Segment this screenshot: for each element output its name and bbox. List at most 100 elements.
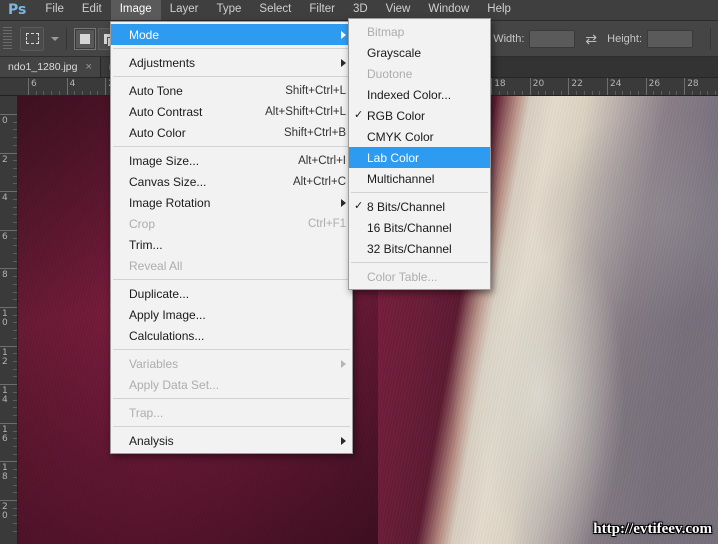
menu-item-apply-image[interactable]: Apply Image... [111, 304, 352, 325]
menu-item-label: Apply Data Set... [129, 377, 220, 392]
menu-image[interactable]: Image [110, 0, 161, 20]
menu-item-indexed-color[interactable]: Indexed Color... [349, 84, 490, 105]
menu-bar-items: File Edit Image Layer Type Select Filter 3D View… [36, 0, 520, 20]
ruler-tick [0, 461, 17, 463]
document-tab[interactable]: ndo1_1280.jpg × [0, 57, 101, 77]
ruler-label: 10 [2, 309, 8, 328]
ruler-tick [0, 114, 17, 115]
menu-item-reveal-all: Reveal All [111, 255, 352, 276]
chevron-down-icon[interactable] [51, 36, 59, 41]
menu-item-label: CMYK Color [367, 129, 434, 144]
menu-item-grayscale[interactable]: Grayscale [349, 42, 490, 63]
ruler-tick [0, 345, 17, 347]
menu-item-label: Image Rotation [129, 195, 211, 210]
swap-width-height-icon[interactable]: ⇄ [585, 32, 597, 46]
menu-item-canvas-size[interactable]: Canvas Size... Alt+Ctrl+C [111, 171, 352, 192]
image-menu-dropdown: Mode Adjustments Auto Tone Shift+Ctrl+L Auto… [110, 21, 353, 454]
menu-separator [113, 48, 350, 49]
menu-item-label: Lab Color [367, 150, 420, 165]
options-bar-grip[interactable] [3, 26, 12, 51]
submenu-arrow-icon [341, 198, 346, 207]
menu-3d[interactable]: 3D [344, 0, 377, 20]
ruler-tick [0, 384, 17, 386]
ruler-label: 2 [2, 154, 8, 165]
menu-item-adjustments[interactable]: Adjustments [111, 52, 352, 73]
menu-item-auto-tone[interactable]: Auto Tone Shift+Ctrl+L [111, 80, 352, 101]
menu-item-auto-color[interactable]: Auto Color Shift+Ctrl+B [111, 122, 352, 143]
menu-item-analysis[interactable]: Analysis [111, 430, 352, 451]
menu-item-duplicate[interactable]: Duplicate... [111, 283, 352, 304]
height-input[interactable] [647, 29, 693, 48]
menu-view[interactable]: View [377, 0, 420, 20]
menu-item-shortcut: Alt+Ctrl+C [292, 175, 346, 188]
menu-item-label: Image Size... [129, 153, 200, 168]
width-input[interactable] [529, 29, 576, 48]
menu-item-label: Variables [129, 356, 179, 371]
vertical-ruler[interactable]: 0 2 4 6 8 10 12 14 16 18 20 [0, 96, 18, 544]
menu-item-multichannel[interactable]: Multichannel [349, 168, 490, 189]
ruler-label: 22 [571, 79, 583, 89]
menu-item-auto-contrast[interactable]: Auto Contrast Alt+Shift+Ctrl+L [111, 101, 352, 122]
menu-item-label: Multichannel [367, 171, 435, 186]
menu-filter[interactable]: Filter [300, 0, 344, 20]
menu-separator [113, 146, 350, 147]
menu-edit[interactable]: Edit [73, 0, 111, 20]
menu-item-8-bits-channel[interactable]: ✓ 8 Bits/Channel [349, 196, 490, 217]
height-label: Height: [607, 32, 642, 45]
submenu-arrow-icon [341, 30, 346, 39]
menu-item-label: Grayscale [367, 45, 422, 60]
close-icon[interactable]: × [86, 61, 92, 73]
menu-type[interactable]: Type [207, 0, 250, 20]
ruler-tick [0, 229, 17, 231]
menu-window[interactable]: Window [419, 0, 478, 20]
ruler-label: 18 [494, 79, 506, 89]
menu-separator [351, 192, 488, 193]
rectangular-marquee-icon[interactable] [20, 26, 44, 51]
menu-item-label: Auto Tone [129, 83, 183, 98]
menu-separator [113, 76, 350, 77]
menu-help[interactable]: Help [478, 0, 520, 20]
menu-item-image-size[interactable]: Image Size... Alt+Ctrl+I [111, 150, 352, 171]
ruler-label: 24 [610, 79, 622, 89]
menu-item-16-bits-channel[interactable]: 16 Bits/Channel [349, 217, 490, 238]
checkmark-icon: ✓ [354, 109, 364, 121]
menu-item-label: Trap... [129, 405, 164, 420]
menu-item-label: Color Table... [367, 269, 438, 284]
ruler-label: 20 [532, 79, 545, 89]
ruler-tick [0, 268, 17, 270]
ruler-tick [0, 500, 17, 501]
menu-item-lab-color[interactable]: Lab Color [349, 147, 490, 168]
divider [710, 27, 711, 50]
menu-item-rgb-color[interactable]: ✓ RGB Color [349, 105, 490, 126]
ruler-label: 4 [2, 193, 8, 204]
menu-separator [113, 279, 350, 280]
ruler-label: 26 [648, 79, 661, 89]
menu-item-label: Duplicate... [129, 286, 190, 301]
menu-item-label: Crop [129, 216, 156, 231]
submenu-arrow-icon [341, 436, 346, 445]
menu-layer[interactable]: Layer [161, 0, 208, 20]
selection-new-icon[interactable] [74, 27, 96, 50]
submenu-arrow-icon [341, 58, 346, 67]
menu-select[interactable]: Select [250, 0, 300, 20]
menu-item-label: Duotone [367, 66, 413, 81]
menu-item-trim[interactable]: Trim... [111, 234, 352, 255]
menu-item-label: Adjustments [129, 55, 196, 70]
ruler-label: 20 [2, 502, 8, 521]
menu-item-label: RGB Color [367, 108, 426, 123]
menu-item-duotone: Duotone [349, 63, 490, 84]
menu-file[interactable]: File [36, 0, 73, 20]
menu-item-label: 8 Bits/Channel [367, 199, 446, 214]
menu-item-cmyk-color[interactable]: CMYK Color [349, 126, 490, 147]
menu-item-bitmap: Bitmap [349, 21, 490, 42]
menu-item-label: 32 Bits/Channel [367, 241, 452, 256]
menu-item-mode[interactable]: Mode [111, 24, 352, 45]
menu-item-label: Canvas Size... [129, 174, 207, 189]
menu-item-32-bits-channel[interactable]: 32 Bits/Channel [349, 238, 490, 259]
ruler-label: 16 [2, 424, 8, 444]
menu-item-trap: Trap... [111, 402, 352, 423]
menu-item-image-rotation[interactable]: Image Rotation [111, 192, 352, 213]
ruler-tick [0, 422, 17, 424]
menu-item-calculations[interactable]: Calculations... [111, 325, 352, 346]
menu-item-label: Auto Contrast [129, 104, 203, 119]
